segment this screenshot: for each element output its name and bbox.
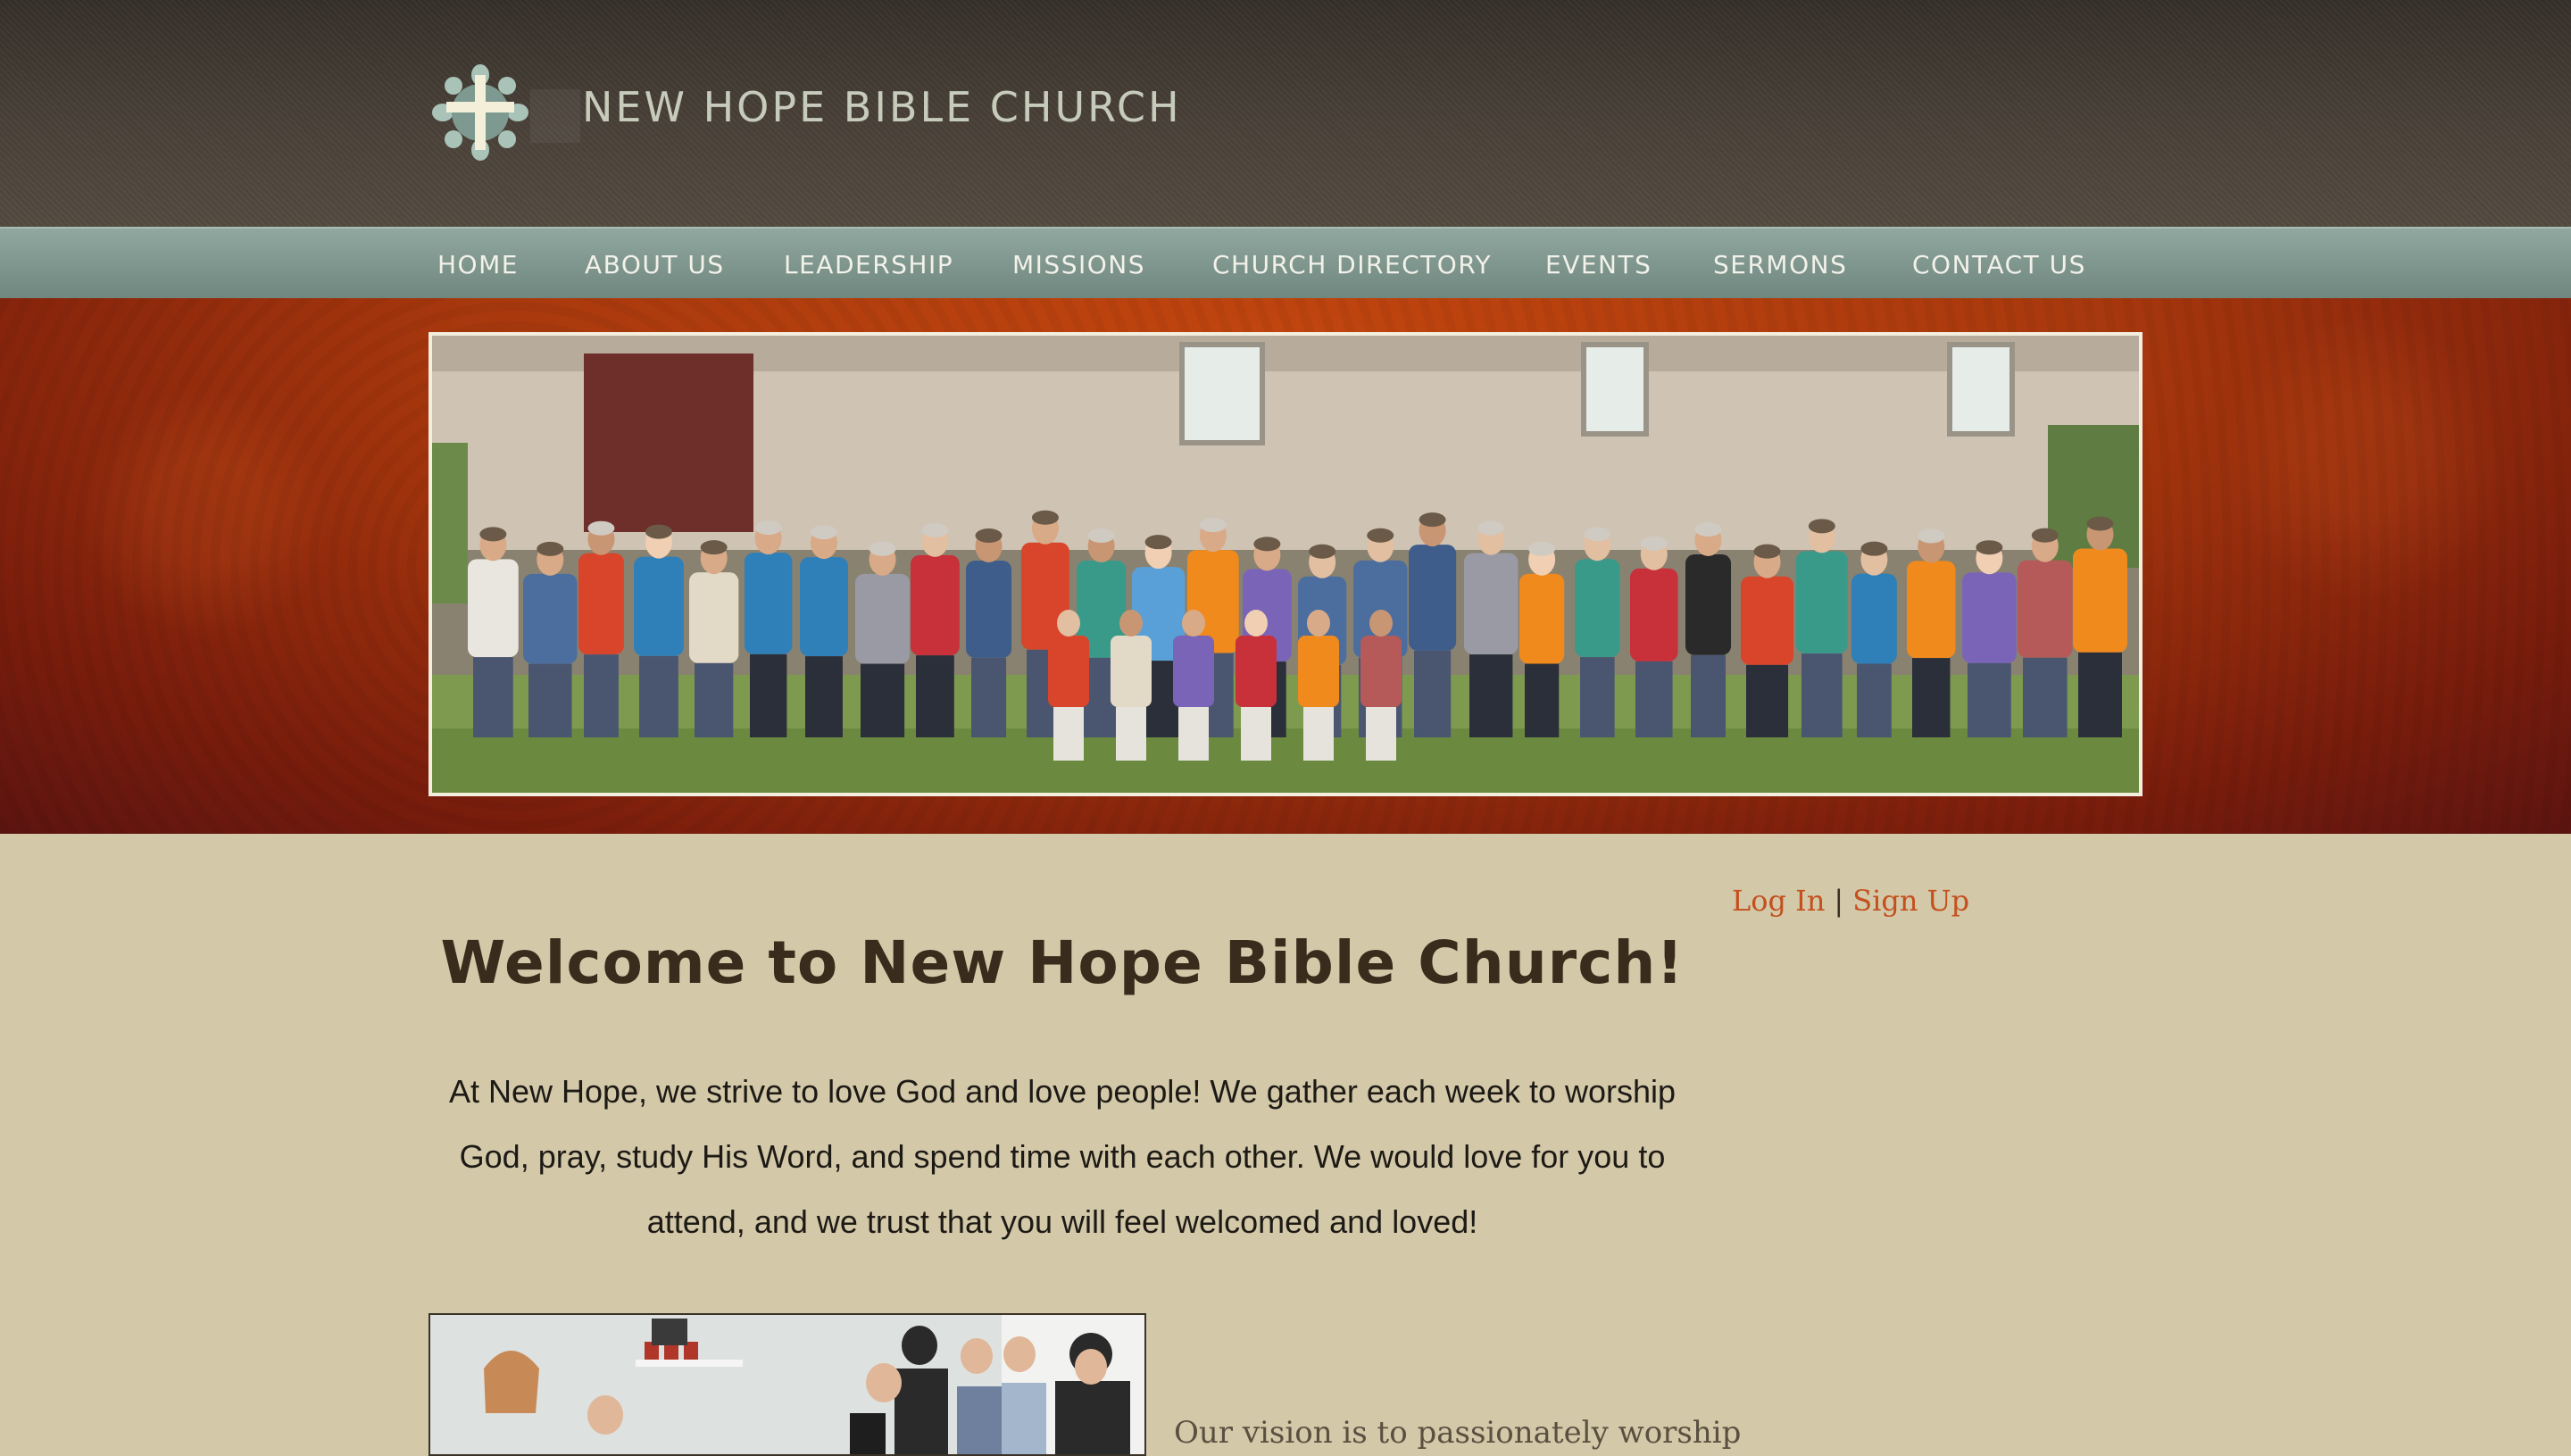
signup-link[interactable]: Sign Up xyxy=(1852,884,1969,918)
site-header: NEW HOPE BIBLE CHURCH xyxy=(0,0,2571,227)
auth-links: Log In | Sign Up xyxy=(1732,884,1969,918)
intro-paragraph: At New Hope, we strive to love God and l… xyxy=(448,1073,1677,1240)
nav-item-church-directory[interactable]: CHURCH DIRECTORY xyxy=(1212,250,1492,279)
main-nav: HOME ABOUT US LEADERSHIP MISSIONS CHURCH… xyxy=(0,227,2571,298)
nav-item-home[interactable]: HOME xyxy=(437,250,519,279)
vision-text: Our vision is to passionately worship xyxy=(1174,1415,1742,1451)
page-title: Welcome to New Hope Bible Church! xyxy=(440,928,1685,997)
nav-item-leadership[interactable]: LEADERSHIP xyxy=(784,250,953,279)
nav-item-missions[interactable]: MISSIONS xyxy=(1012,250,1145,279)
congregation-photo xyxy=(428,332,2142,796)
nav-item-contact-us[interactable]: CONTACT US xyxy=(1912,250,2086,279)
nav-item-about-us[interactable]: ABOUT US xyxy=(585,250,725,279)
youth-group-photo xyxy=(428,1313,1146,1456)
logo-shadow xyxy=(530,89,580,143)
nav-item-events[interactable]: EVENTS xyxy=(1545,250,1652,279)
auth-separator: | xyxy=(1834,884,1844,918)
login-link[interactable]: Log In xyxy=(1732,884,1825,918)
nav-item-sermons[interactable]: SERMONS xyxy=(1713,250,1847,279)
site-title[interactable]: NEW HOPE BIBLE CHURCH xyxy=(582,83,1182,131)
cross-flower-icon[interactable] xyxy=(430,62,530,162)
